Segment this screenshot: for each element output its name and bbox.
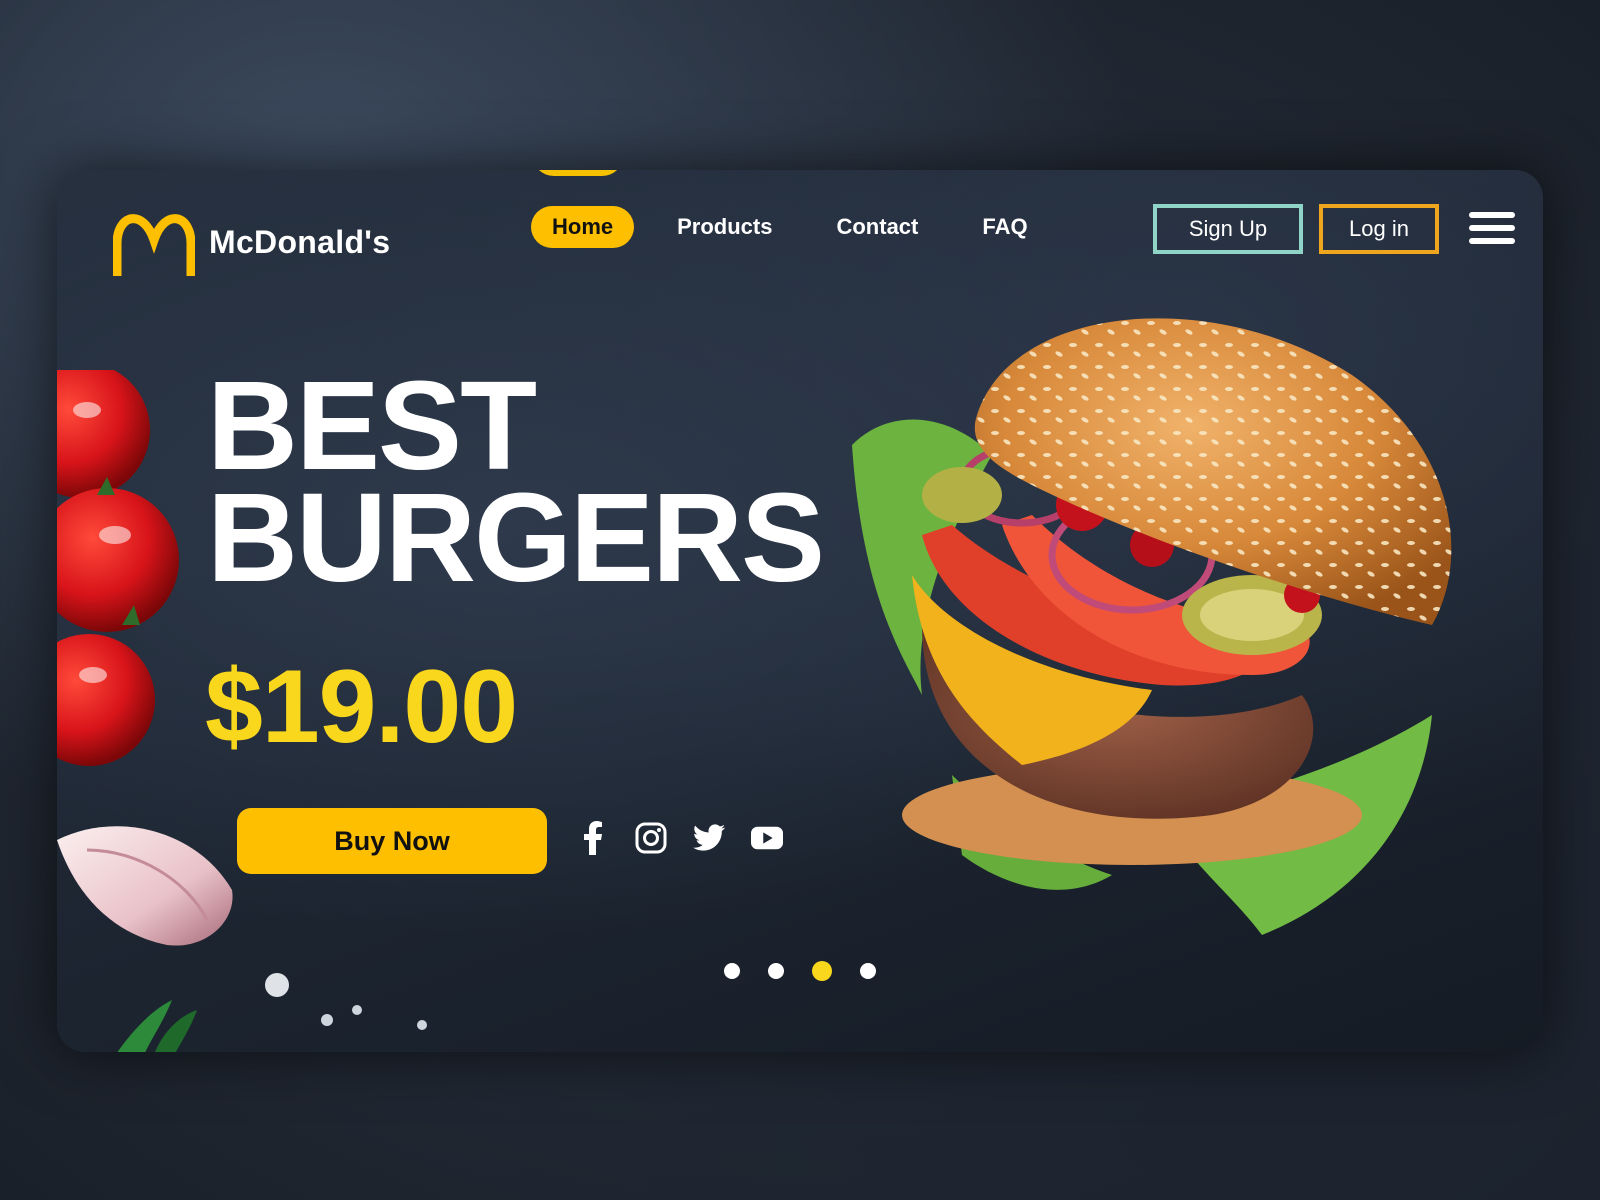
sign-up-button[interactable]: Sign Up — [1153, 204, 1303, 254]
twitter-icon[interactable] — [693, 820, 725, 856]
tomatoes-image — [57, 370, 179, 766]
herb-image — [117, 1000, 197, 1052]
carousel-dots — [724, 961, 876, 981]
social-links — [577, 820, 783, 856]
headline-line-2: BURGERS — [207, 467, 825, 608]
price-label: $19.00 — [205, 649, 518, 765]
nav-home[interactable]: Home — [531, 206, 635, 248]
headline-line-1: BEST — [207, 355, 537, 496]
burger-image — [852, 318, 1452, 935]
garlic-image — [57, 826, 233, 946]
log-in-button[interactable]: Log in — [1319, 204, 1439, 254]
decorative-notch — [532, 170, 624, 176]
nav-faq[interactable]: FAQ — [961, 206, 1048, 248]
brand-logo[interactable]: McDonald's — [113, 206, 390, 278]
nav-contact[interactable]: Contact — [815, 206, 939, 248]
buy-now-button[interactable]: Buy Now — [237, 808, 547, 874]
carousel-dot-1[interactable] — [724, 963, 740, 979]
golden-arches-icon — [113, 214, 195, 276]
menu-icon[interactable] — [1469, 212, 1515, 244]
crumbs-image — [265, 973, 427, 1030]
carousel-dot-3[interactable] — [812, 961, 832, 981]
hero-headline: BEST BURGERS — [207, 355, 825, 608]
carousel-dot-4[interactable] — [860, 963, 876, 979]
instagram-icon[interactable] — [635, 820, 667, 856]
youtube-icon[interactable] — [751, 820, 783, 856]
hero-card: McDonald's Home Products Contact FAQ Sig… — [57, 170, 1543, 1052]
brand-name: McDonald's — [209, 223, 391, 260]
facebook-icon[interactable] — [577, 820, 609, 856]
carousel-dot-2[interactable] — [768, 963, 784, 979]
main-nav: Home Products Contact FAQ — [531, 206, 1071, 248]
nav-products[interactable]: Products — [656, 206, 793, 248]
